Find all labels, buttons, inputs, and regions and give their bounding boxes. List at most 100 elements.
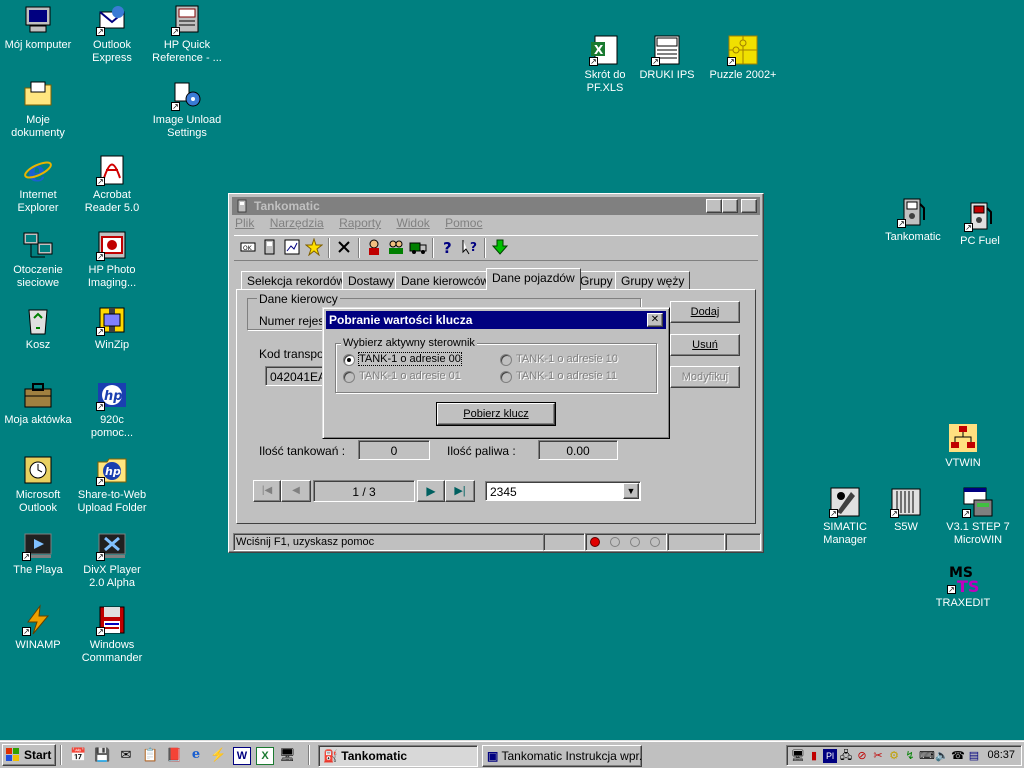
menu-widok[interactable]: Widok xyxy=(396,216,429,230)
tab-record-selection[interactable]: Selekcja rekordów xyxy=(241,271,352,290)
desktop-icon-s5w[interactable]: ↗ S5W xyxy=(868,486,944,534)
menu-narzedzia[interactable]: Narzędzia xyxy=(270,216,324,230)
start-button[interactable]: Start xyxy=(2,744,56,766)
desktop-icon-my-computer[interactable]: Mój komputer xyxy=(0,4,76,52)
desktop-icon-briefcase[interactable]: Moja aktówka xyxy=(0,379,76,427)
desktop-icon-my-documents[interactable]: Moje dokumenty xyxy=(0,79,76,140)
simatic-icon: ↗ xyxy=(829,486,861,518)
tray-tool-icon[interactable]: ✂ xyxy=(871,749,885,763)
tray-pl-icon[interactable]: Pl xyxy=(823,749,837,763)
window-titlebar[interactable]: Tankomatic _ □ ✕ xyxy=(232,197,760,215)
tab-drivers[interactable]: Dane kierowców xyxy=(395,271,496,290)
quicklaunch-word-icon[interactable]: W xyxy=(233,747,251,765)
desktop-icon-the-playa[interactable]: ↗ The Playa xyxy=(0,529,76,577)
driver-icon[interactable] xyxy=(364,238,384,258)
fuel-pump-icon[interactable] xyxy=(260,238,280,258)
help-icon[interactable]: ? xyxy=(438,238,458,258)
vehicle-combo[interactable]: 2345 ▼ xyxy=(485,481,641,501)
quicklaunch-excel-icon[interactable]: X xyxy=(256,747,274,765)
radio-button[interactable] xyxy=(500,371,512,383)
desktop-icon-network-neighborhood[interactable]: Otoczenie sieciowe xyxy=(0,229,76,290)
quicklaunch-outlook-icon[interactable]: ✉ xyxy=(118,747,134,763)
desktop-icon-divx-player[interactable]: ↗ DivX Player 2.0 Alpha xyxy=(74,529,150,590)
quicklaunch-ie-icon[interactable]: e xyxy=(188,747,204,763)
tray-monitor-icon[interactable]: 🖥 xyxy=(791,749,805,763)
taskbar-button-instruction[interactable]: ▣ Tankomatic Instrukcja wpr... xyxy=(482,745,642,767)
record-position: 1 / 3 xyxy=(313,480,415,502)
quicklaunch-form-icon[interactable]: 📋 xyxy=(142,747,158,763)
add-button[interactable]: Dodaj xyxy=(670,301,740,323)
desktop-icon-vtwin[interactable]: VTWIN xyxy=(925,422,1001,470)
desktop-icon-winzip[interactable]: ↗ WinZip xyxy=(74,304,150,352)
desktop-icon-share-to-web[interactable]: hp ↗ Share-to-Web Upload Folder xyxy=(74,454,150,515)
tray-scheduler-icon[interactable]: ⚙ xyxy=(887,749,901,763)
context-help-icon[interactable]: ? xyxy=(460,238,480,258)
desktop-icon-tankomatic[interactable]: ↗ Tankomatic xyxy=(875,196,951,244)
truck-icon[interactable] xyxy=(408,238,428,258)
next-icon: ▶ xyxy=(426,484,436,498)
toolbar-record-button[interactable]: OK xyxy=(238,238,258,258)
last-record-button[interactable]: ▶| xyxy=(445,480,475,502)
svg-text:hp: hp xyxy=(104,389,123,404)
taskbar-button-tankomatic[interactable]: ⛽ Tankomatic xyxy=(318,745,478,767)
quicklaunch-desktop-icon[interactable]: 🖥 xyxy=(279,747,296,763)
delete-icon[interactable] xyxy=(334,238,354,258)
tab-hose-groups[interactable]: Grupy węży xyxy=(615,271,691,290)
download-arrow-icon[interactable] xyxy=(490,238,510,258)
dialog-titlebar[interactable]: Pobranie wartości klucza ✕ xyxy=(326,311,666,329)
recycle-bin-icon xyxy=(22,304,54,336)
volume-icon[interactable]: 🔈 xyxy=(935,749,949,763)
desktop-icon-hp-quick-reference[interactable]: ↗ HP Quick Reference - ... xyxy=(149,4,225,65)
previous-record-button[interactable]: ◀ xyxy=(281,480,311,502)
tray-network-icon[interactable]: 🖧 xyxy=(839,749,853,763)
desktop-icon-puzzle-2002[interactable]: ↗ Puzzle 2002+ xyxy=(705,34,781,82)
combo-dropdown-button[interactable]: ▼ xyxy=(623,483,639,499)
delete-button[interactable]: Usuń xyxy=(670,334,740,356)
radio-button[interactable] xyxy=(343,371,355,383)
menu-pomoc[interactable]: Pomoc xyxy=(445,216,482,230)
next-record-button[interactable]: ▶ xyxy=(417,480,445,502)
tray-display-icon[interactable]: ▤ xyxy=(967,749,981,763)
desktop-icon-druki-ips[interactable]: ↗ DRUKI IPS xyxy=(629,34,705,82)
desktop-icon-traxedit[interactable]: MS TS ↗ TRAXEDIT xyxy=(925,562,1001,610)
tab-vehicles[interactable]: Dane pojazdów xyxy=(486,268,581,290)
quicklaunch-winamp-icon[interactable]: ⚡ xyxy=(210,747,226,763)
desktop-icon-outlook-express[interactable]: ↗ Outlook Express xyxy=(74,4,150,65)
first-record-button[interactable]: |◀ xyxy=(253,480,281,502)
desktop-icon-image-unload-settings[interactable]: ↗ Image Unload Settings xyxy=(149,79,225,140)
dialog-close-button[interactable]: ✕ xyxy=(647,313,663,327)
tray-sync-icon[interactable]: ↯ xyxy=(903,749,917,763)
radio-button[interactable] xyxy=(343,354,355,366)
quicklaunch-calendar-icon[interactable]: 📅 xyxy=(70,747,86,763)
tab-deliveries[interactable]: Dostawy xyxy=(342,271,401,290)
chart-icon[interactable] xyxy=(282,238,302,258)
drivers-icon[interactable] xyxy=(386,238,406,258)
desktop-icon-winamp[interactable]: ↗ WINAMP xyxy=(0,604,76,652)
desktop-icon-recycle-bin[interactable]: Kosz xyxy=(0,304,76,352)
close-button[interactable]: ✕ xyxy=(741,199,757,213)
tray-keyboard-icon[interactable]: ⌨ xyxy=(919,749,935,763)
desktop-icon-step7-microwin[interactable]: ↗ V3.1 STEP 7 MicroWIN xyxy=(940,486,1016,547)
maximize-button[interactable]: □ xyxy=(722,199,738,213)
desktop-icon-hp-920c[interactable]: hp ↗ 920c pomoc... xyxy=(74,379,150,440)
quicklaunch-pdf-icon[interactable]: 📕 xyxy=(166,747,182,763)
menu-raporty[interactable]: Raporty xyxy=(339,216,381,230)
radio-button[interactable] xyxy=(500,354,512,366)
desktop-icon-internet-explorer[interactable]: e Internet Explorer xyxy=(0,154,76,215)
modify-button[interactable]: Modyfikuj xyxy=(670,366,740,388)
desktop-icon-hp-photo-imaging[interactable]: ↗ HP Photo Imaging... xyxy=(74,229,150,290)
minimize-button[interactable]: _ xyxy=(706,199,722,213)
desktop-icon-microsoft-outlook[interactable]: Microsoft Outlook xyxy=(0,454,76,515)
tray-pdf-icon[interactable]: ▮ xyxy=(807,749,821,763)
menu-plik[interactable]: Plik xyxy=(235,216,254,230)
fetch-key-button[interactable]: Pobierz klucz xyxy=(436,402,556,426)
desktop-icon-pc-fuel[interactable]: ↗ PC Fuel xyxy=(942,200,1018,248)
quicklaunch-floppy-icon[interactable]: 💾 xyxy=(94,747,110,763)
desktop-icon-acrobat-reader[interactable]: ↗ Acrobat Reader 5.0 xyxy=(74,154,150,215)
clock[interactable]: 08:37 xyxy=(987,749,1015,761)
folder-icon xyxy=(22,79,54,111)
star-icon[interactable] xyxy=(304,237,324,258)
tray-antivirus-icon[interactable]: ⊘ xyxy=(855,749,869,763)
desktop-icon-windows-commander[interactable]: ↗ Windows Commander xyxy=(74,604,150,665)
tray-phone-icon[interactable]: ☎ xyxy=(951,749,965,763)
